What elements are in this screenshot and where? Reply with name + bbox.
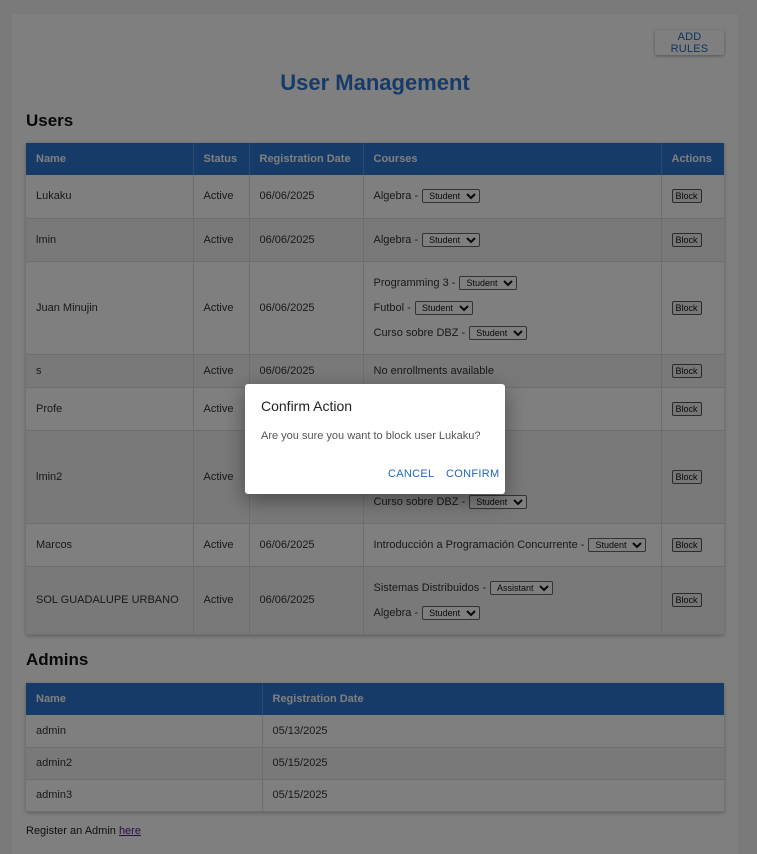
confirm-button[interactable]: CONFIRM	[446, 468, 499, 480]
cancel-button[interactable]: CANCEL	[388, 468, 434, 480]
confirm-dialog: Confirm Action Are you sure you want to …	[245, 384, 505, 494]
dialog-title: Confirm Action	[261, 398, 353, 414]
dialog-message: Are you sure you want to block user Luka…	[261, 430, 481, 442]
